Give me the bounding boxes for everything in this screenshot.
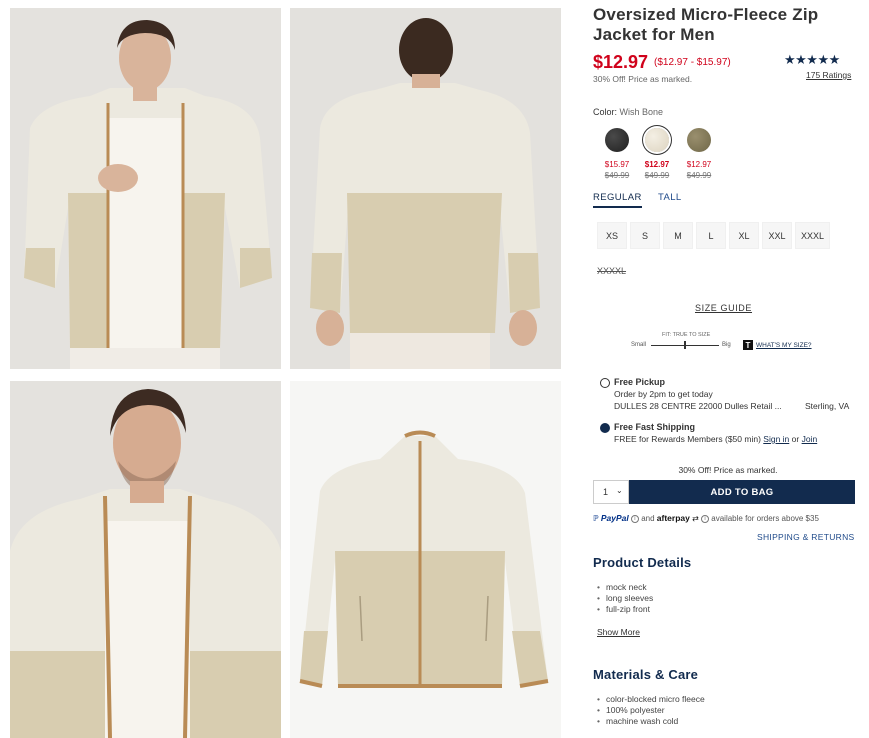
swatch-old-price-olive: $49.99 xyxy=(686,171,712,180)
show-more-link[interactable]: Show More xyxy=(597,627,640,637)
product-photo-front[interactable] xyxy=(10,8,281,369)
afterpay-info-icon[interactable]: i xyxy=(701,514,710,523)
shipping-returns-link[interactable]: SHIPPING & RETURNS xyxy=(757,532,855,542)
product-image-back xyxy=(290,8,561,369)
selected-color-name: Wish Bone xyxy=(619,107,664,117)
swatch-price-black: $15.97 xyxy=(604,160,630,169)
sign-in-link[interactable]: Sign in xyxy=(763,434,789,444)
pickup-title: Free Pickup xyxy=(614,377,666,387)
swatch-old-price-wish-bone: $49.99 xyxy=(644,171,670,180)
size-button-s[interactable]: S xyxy=(630,222,660,249)
size-button-xxl[interactable]: XXL xyxy=(762,222,792,249)
color-swatch-black[interactable] xyxy=(605,128,629,152)
product-photo-closeup[interactable] xyxy=(10,381,281,738)
material-item: 100% polyester xyxy=(597,705,665,715)
product-image-closeup xyxy=(10,381,281,738)
size-button-xxxl[interactable]: XXXL xyxy=(795,222,830,249)
product-image-flatlay xyxy=(290,381,561,738)
tab-regular[interactable]: REGULAR xyxy=(593,192,642,208)
chevron-down-icon: ⌄ xyxy=(616,486,623,495)
size-button-xl[interactable]: XL xyxy=(729,222,759,249)
size-button-l[interactable]: L xyxy=(696,222,726,249)
paypal-logo[interactable]: PayPal xyxy=(601,513,629,523)
fit-scale-marker xyxy=(684,341,686,349)
detail-item: mock neck xyxy=(597,582,647,592)
material-item: machine wash cold xyxy=(597,716,678,726)
fit-scale-big-label: Big xyxy=(722,342,731,348)
true-fit-logo-icon: T xyxy=(743,340,753,350)
color-label-prefix: Color: xyxy=(593,107,618,117)
size-guide-link[interactable]: SIZE GUIDE xyxy=(695,303,752,313)
tab-tall[interactable]: TALL xyxy=(658,192,682,203)
size-button-xxxxl-unavailable[interactable]: XXXXL xyxy=(597,266,626,276)
afterpay-logo[interactable]: afterpay xyxy=(657,513,690,523)
material-item: color-blocked micro fleece xyxy=(597,694,705,704)
pickup-radio[interactable] xyxy=(600,378,610,388)
fit-scale-small-label: Small xyxy=(631,342,647,348)
join-link[interactable]: Join xyxy=(802,434,818,444)
swatch-price-olive: $12.97 xyxy=(686,160,712,169)
product-photo-back[interactable] xyxy=(290,8,561,369)
payment-options: ℙ PayPal i and afterpay ⇄ i available fo… xyxy=(593,513,819,523)
afterpay-arrows-icon: ⇄ xyxy=(692,514,699,523)
sale-price: $12.97 xyxy=(593,52,649,72)
shipping-title: Free Fast Shipping xyxy=(614,422,696,432)
pickup-store[interactable]: DULLES 28 CENTRE 22000 Dulles Retail ... xyxy=(614,401,782,411)
paypal-logo-icon: ℙ xyxy=(593,514,599,523)
size-button-m[interactable]: M xyxy=(663,222,693,249)
size-button-xs[interactable]: XS xyxy=(597,222,627,249)
price-range: ($12.97 - $15.97) xyxy=(654,57,731,68)
ratings-link[interactable]: 175 Ratings xyxy=(806,70,851,80)
product-details-heading: Product Details xyxy=(593,555,692,570)
product-title: Oversized Micro-Fleece Zip Jacket for Me… xyxy=(593,5,819,44)
materials-care-heading: Materials & Care xyxy=(593,667,699,682)
fit-scale-title: FIT: TRUE TO SIZE xyxy=(662,332,711,338)
product-image-front xyxy=(10,8,281,369)
product-info-panel: Oversized Micro-Fleece Zip Jacket for Me… xyxy=(593,0,863,738)
whats-my-size-link[interactable]: WHAT'S MY SIZE? xyxy=(756,342,812,349)
product-gallery xyxy=(0,0,575,738)
shipping-radio[interactable] xyxy=(600,423,610,433)
shipping-text: FREE for Rewards Members ($50 min) xyxy=(614,434,761,444)
add-to-bag-button[interactable]: ADD TO BAG xyxy=(629,480,855,504)
cart-promo-note: 30% Off! Price as marked. xyxy=(678,465,778,475)
paypal-info-icon[interactable]: i xyxy=(630,514,639,523)
pickup-city: Sterling, VA xyxy=(805,401,850,411)
swatch-old-price-black: $49.99 xyxy=(604,171,630,180)
shipping-or: or xyxy=(791,434,800,444)
detail-item: long sleeves xyxy=(597,593,653,603)
detail-item: full-zip front xyxy=(597,604,650,614)
payment-and: and xyxy=(641,514,655,523)
quantity-select[interactable]: 1 xyxy=(593,480,629,504)
product-photo-flatlay[interactable] xyxy=(290,381,561,738)
afterpay-note: available for orders above $35 xyxy=(711,514,819,523)
color-label: Color: Wish Bone xyxy=(593,107,663,117)
star-rating-icon[interactable]: ★★★★★ xyxy=(784,52,840,68)
shipping-line: FREE for Rewards Members ($50 min) Sign … xyxy=(614,434,817,444)
swatch-price-wish-bone: $12.97 xyxy=(644,160,670,169)
promo-note: 30% Off! Price as marked. xyxy=(593,74,693,84)
color-swatch-wish-bone[interactable] xyxy=(645,128,669,152)
pickup-cutoff: Order by 2pm to get today xyxy=(614,389,713,399)
color-swatch-olive[interactable] xyxy=(687,128,711,152)
